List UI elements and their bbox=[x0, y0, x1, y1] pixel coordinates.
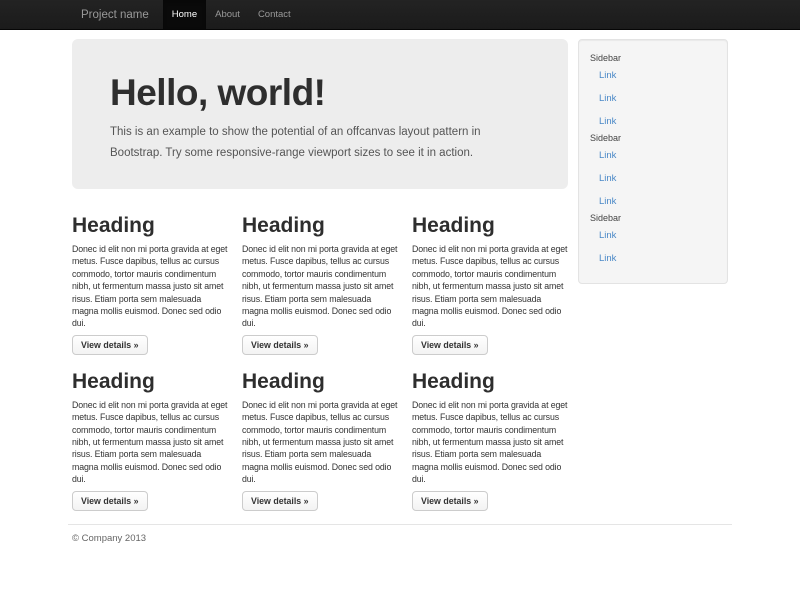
card-row-2: Heading Donec id elit non mi porta gravi… bbox=[72, 371, 568, 511]
sidebar-link[interactable]: Link bbox=[579, 247, 727, 270]
card-row-1: Heading Donec id elit non mi porta gravi… bbox=[72, 215, 568, 355]
content-card: Heading Donec id elit non mi porta gravi… bbox=[72, 371, 228, 511]
main-column: Hello, world! This is an example to show… bbox=[68, 39, 568, 511]
card-heading: Heading bbox=[412, 371, 568, 393]
view-details-button[interactable]: View details » bbox=[242, 335, 318, 355]
card-text: Donec id elit non mi porta gravida at eg… bbox=[242, 399, 398, 486]
nav-link-home[interactable]: Home bbox=[163, 0, 206, 29]
sidebar-link[interactable]: Link bbox=[579, 190, 727, 213]
sidebar-group-header: Sidebar bbox=[579, 133, 727, 144]
sidebar-group: Sidebar Link Link Link bbox=[579, 53, 727, 133]
content-card: Heading Donec id elit non mi porta gravi… bbox=[412, 215, 568, 355]
card-heading: Heading bbox=[72, 215, 228, 237]
content-card: Heading Donec id elit non mi porta gravi… bbox=[242, 371, 398, 511]
sidebar-link[interactable]: Link bbox=[579, 167, 727, 190]
sidebar-link[interactable]: Link bbox=[579, 64, 727, 87]
footer: © Company 2013 bbox=[68, 524, 732, 544]
sidebar-link[interactable]: Link bbox=[579, 144, 727, 167]
navbar-menu: Home About Contact bbox=[163, 0, 300, 29]
card-heading: Heading bbox=[72, 371, 228, 393]
sidebar-group: Sidebar Link Link bbox=[579, 213, 727, 270]
sidebar: Sidebar Link Link Link Sidebar Link Link… bbox=[578, 39, 728, 284]
card-text: Donec id elit non mi porta gravida at eg… bbox=[72, 399, 228, 486]
jumbotron-lead: This is an example to show the potential… bbox=[110, 122, 530, 164]
card-text: Donec id elit non mi porta gravida at eg… bbox=[72, 243, 228, 330]
nav-link-contact[interactable]: Contact bbox=[249, 0, 300, 29]
view-details-button[interactable]: View details » bbox=[412, 335, 488, 355]
page-title: Hello, world! bbox=[110, 72, 530, 113]
sidebar-link[interactable]: Link bbox=[579, 110, 727, 133]
card-text: Donec id elit non mi porta gravida at eg… bbox=[412, 243, 568, 330]
page-container: Hello, world! This is an example to show… bbox=[68, 39, 732, 544]
sidebar-link[interactable]: Link bbox=[579, 87, 727, 110]
sidebar-group: Sidebar Link Link Link bbox=[579, 133, 727, 213]
card-text: Donec id elit non mi porta gravida at eg… bbox=[242, 243, 398, 330]
nav-item-contact: Contact bbox=[249, 0, 300, 29]
card-text: Donec id elit non mi porta gravida at eg… bbox=[412, 399, 568, 486]
content-row: Hello, world! This is an example to show… bbox=[68, 39, 732, 511]
view-details-button[interactable]: View details » bbox=[72, 491, 148, 511]
card-heading: Heading bbox=[242, 371, 398, 393]
sidebar-group-header: Sidebar bbox=[579, 213, 727, 224]
view-details-button[interactable]: View details » bbox=[412, 491, 488, 511]
nav-item-home: Home bbox=[163, 0, 206, 29]
navbar-brand[interactable]: Project name bbox=[68, 0, 163, 29]
navbar: Project name Home About Contact bbox=[0, 0, 800, 30]
nav-item-about: About bbox=[206, 0, 249, 29]
card-heading: Heading bbox=[242, 215, 398, 237]
navbar-inner: Project name Home About Contact bbox=[68, 0, 732, 29]
sidebar-link[interactable]: Link bbox=[579, 224, 727, 247]
copyright: © Company 2013 bbox=[72, 533, 728, 544]
view-details-button[interactable]: View details » bbox=[242, 491, 318, 511]
sidebar-group-header: Sidebar bbox=[579, 53, 727, 64]
content-card: Heading Donec id elit non mi porta gravi… bbox=[242, 215, 398, 355]
card-heading: Heading bbox=[412, 215, 568, 237]
nav-link-about[interactable]: About bbox=[206, 0, 249, 29]
content-card: Heading Donec id elit non mi porta gravi… bbox=[72, 215, 228, 355]
view-details-button[interactable]: View details » bbox=[72, 335, 148, 355]
content-card: Heading Donec id elit non mi porta gravi… bbox=[412, 371, 568, 511]
jumbotron: Hello, world! This is an example to show… bbox=[72, 39, 568, 189]
